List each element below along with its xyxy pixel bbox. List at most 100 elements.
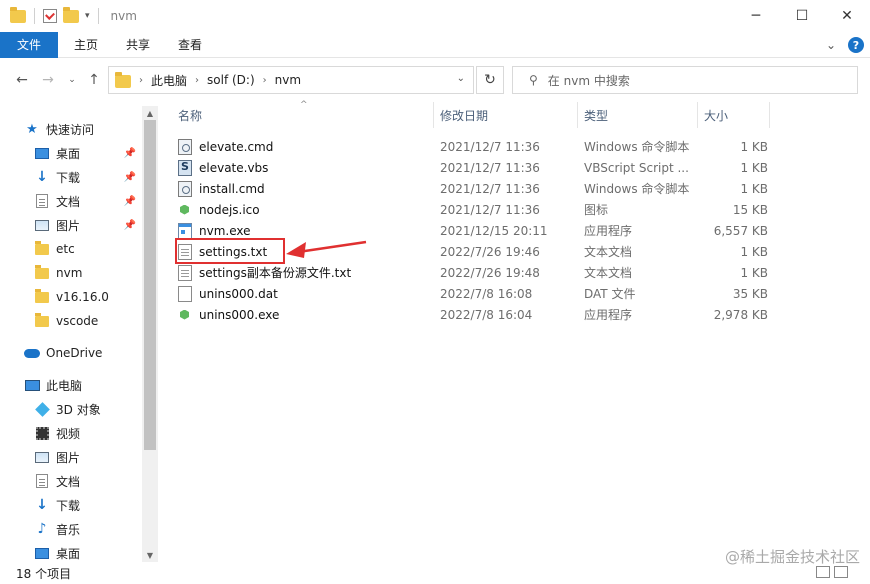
chevron-down-icon[interactable]: ⌄ xyxy=(457,73,465,84)
breadcrumb-item-drive[interactable]: solf (D:) xyxy=(207,73,255,87)
sidebar-item-etc[interactable]: etc xyxy=(34,238,142,260)
sidebar-item-nvm[interactable]: nvm xyxy=(34,262,142,284)
table-row[interactable]: install.cmd 2021/12/7 11:36 Windows 命令脚本… xyxy=(158,178,870,199)
recent-locations-button[interactable]: ⌄ xyxy=(62,70,82,90)
annotation-arrow-icon xyxy=(286,240,367,258)
sidebar-scrollbar[interactable]: ▲ ▼ xyxy=(142,106,158,562)
sidebar-item-desktop-pc[interactable]: 桌面 xyxy=(34,542,142,564)
nodejs-icon xyxy=(178,307,192,323)
vbs-file-icon xyxy=(178,159,192,176)
close-button[interactable]: ✕ xyxy=(824,0,870,32)
table-row[interactable]: elevate.cmd 2021/12/7 11:36 Windows 命令脚本… xyxy=(158,136,870,157)
sidebar-item-documents-pc[interactable]: 文档 xyxy=(34,470,142,492)
cmd-file-icon xyxy=(178,180,192,197)
scrollbar-thumb[interactable] xyxy=(144,120,156,450)
watermark: @稀土掘金技术社区 xyxy=(724,548,860,566)
minimize-button[interactable]: ─ xyxy=(733,0,779,32)
chevron-right-icon: › xyxy=(139,74,143,86)
text-file-icon xyxy=(178,264,192,281)
sidebar-item-videos[interactable]: 视频 xyxy=(34,422,142,444)
sidebar-item-downloads[interactable]: ↓ 下载 📌 xyxy=(34,166,142,188)
folder-icon xyxy=(35,264,49,279)
video-icon xyxy=(35,426,49,440)
back-button[interactable]: ← xyxy=(12,70,32,90)
breadcrumb-item-this-pc[interactable]: 此电脑 xyxy=(151,72,187,89)
dat-file-icon xyxy=(178,285,192,302)
divider xyxy=(97,8,99,24)
chevron-right-icon: › xyxy=(195,74,200,86)
pin-icon: 📌 xyxy=(123,195,136,207)
cloud-icon xyxy=(24,348,40,358)
desktop-icon xyxy=(35,147,49,159)
computer-icon xyxy=(24,379,40,391)
column-header: ^ 名称 修改日期 类型 大小 xyxy=(158,100,870,128)
folder-icon xyxy=(115,72,131,88)
document-icon xyxy=(36,474,48,488)
item-count: 18 个项目 xyxy=(16,566,72,581)
star-icon: ★ xyxy=(26,121,38,137)
file-list: ^ 名称 修改日期 类型 大小 elevate.cmd 2021/12/7 11… xyxy=(158,100,870,562)
tab-share[interactable]: 共享 xyxy=(112,32,164,58)
folder-icon xyxy=(35,312,49,327)
column-name[interactable]: 名称 xyxy=(172,102,434,128)
refresh-button[interactable]: ↻ xyxy=(476,66,504,94)
tab-view[interactable]: 查看 xyxy=(164,32,216,58)
column-type[interactable]: 类型 xyxy=(578,102,698,128)
folder-icon xyxy=(35,288,49,303)
up-button[interactable]: ↑ xyxy=(84,70,104,90)
expand-ribbon-icon[interactable]: ⌄ xyxy=(826,38,836,52)
sidebar-item-3d-objects[interactable]: 3D 对象 xyxy=(34,398,142,420)
picture-icon xyxy=(35,451,49,463)
forward-button[interactable]: → xyxy=(38,70,58,90)
search-input[interactable]: ⚲ 在 nvm 中搜索 xyxy=(512,66,858,94)
folder-icon xyxy=(10,6,26,23)
exe-file-icon xyxy=(178,222,192,239)
divider xyxy=(34,8,35,24)
maximize-button[interactable]: ☐ xyxy=(779,0,825,32)
properties-icon[interactable] xyxy=(43,9,57,23)
download-icon: ↓ xyxy=(36,497,48,513)
pin-icon: 📌 xyxy=(123,171,136,183)
scroll-up-icon[interactable]: ▲ xyxy=(142,106,158,120)
breadcrumb-item-nvm[interactable]: nvm xyxy=(275,73,301,87)
address-bar[interactable]: › 此电脑 › solf (D:) › nvm ⌄ xyxy=(108,66,474,94)
pin-icon: 📌 xyxy=(123,147,136,159)
search-icon: ⚲ xyxy=(529,73,538,87)
title-bar: ▾ nvm ─ ☐ ✕ xyxy=(0,0,870,32)
picture-icon xyxy=(35,219,49,231)
3d-objects-icon xyxy=(34,401,50,417)
new-folder-icon[interactable] xyxy=(63,6,79,23)
tab-home[interactable]: 主页 xyxy=(60,32,112,58)
navigation-pane: ★ 快速访问 桌面 📌 ↓ 下载 📌 文档 📌 图片 📌 etc nvm v16… xyxy=(0,102,158,562)
quick-access-toolbar: ▾ xyxy=(0,0,101,32)
sidebar-item-pictures[interactable]: 图片 📌 xyxy=(34,214,142,236)
details-view-icon[interactable] xyxy=(816,566,830,578)
pin-icon: 📌 xyxy=(123,219,136,231)
sidebar-item-pictures-pc[interactable]: 图片 xyxy=(34,446,142,468)
table-row[interactable]: unins000.dat 2022/7/8 16:08 DAT 文件 35 KB xyxy=(158,283,870,304)
search-placeholder: 在 nvm 中搜索 xyxy=(547,73,630,88)
nodejs-icon xyxy=(178,202,192,218)
sidebar-item-downloads-pc[interactable]: ↓ 下载 xyxy=(34,494,142,516)
column-date[interactable]: 修改日期 xyxy=(434,102,578,128)
download-icon: ↓ xyxy=(36,169,48,185)
table-row[interactable]: unins000.exe 2022/7/8 16:04 应用程序 2,978 K… xyxy=(158,304,870,325)
table-row[interactable]: settings副本备份源文件.txt 2022/7/26 19:48 文本文档… xyxy=(158,262,870,283)
cmd-file-icon xyxy=(178,138,192,155)
sidebar-item-vscode[interactable]: vscode xyxy=(34,310,142,332)
table-row[interactable]: elevate.vbs 2021/12/7 11:36 VBScript Scr… xyxy=(158,157,870,178)
help-icon[interactable]: ? xyxy=(848,37,864,53)
sidebar-item-desktop[interactable]: 桌面 📌 xyxy=(34,142,142,164)
column-size[interactable]: 大小 xyxy=(698,102,770,128)
table-row[interactable]: nodejs.ico 2021/12/7 11:36 图标 15 KB xyxy=(158,199,870,220)
sidebar-item-documents[interactable]: 文档 📌 xyxy=(34,190,142,212)
sidebar-item-v16[interactable]: v16.16.0 xyxy=(34,286,142,308)
large-icons-view-icon[interactable] xyxy=(834,566,848,578)
sidebar-item-music[interactable]: ♪ 音乐 xyxy=(34,518,142,540)
navigation-bar: ← → ⌄ ↑ › 此电脑 › solf (D:) › nvm ⌄ ↻ ⚲ 在 … xyxy=(0,58,870,102)
window-title: nvm xyxy=(110,9,137,23)
music-icon: ♪ xyxy=(37,521,47,537)
tab-file[interactable]: 文件 xyxy=(0,31,58,58)
customize-toolbar-icon[interactable]: ▾ xyxy=(85,11,90,21)
scroll-down-icon[interactable]: ▼ xyxy=(142,548,158,562)
